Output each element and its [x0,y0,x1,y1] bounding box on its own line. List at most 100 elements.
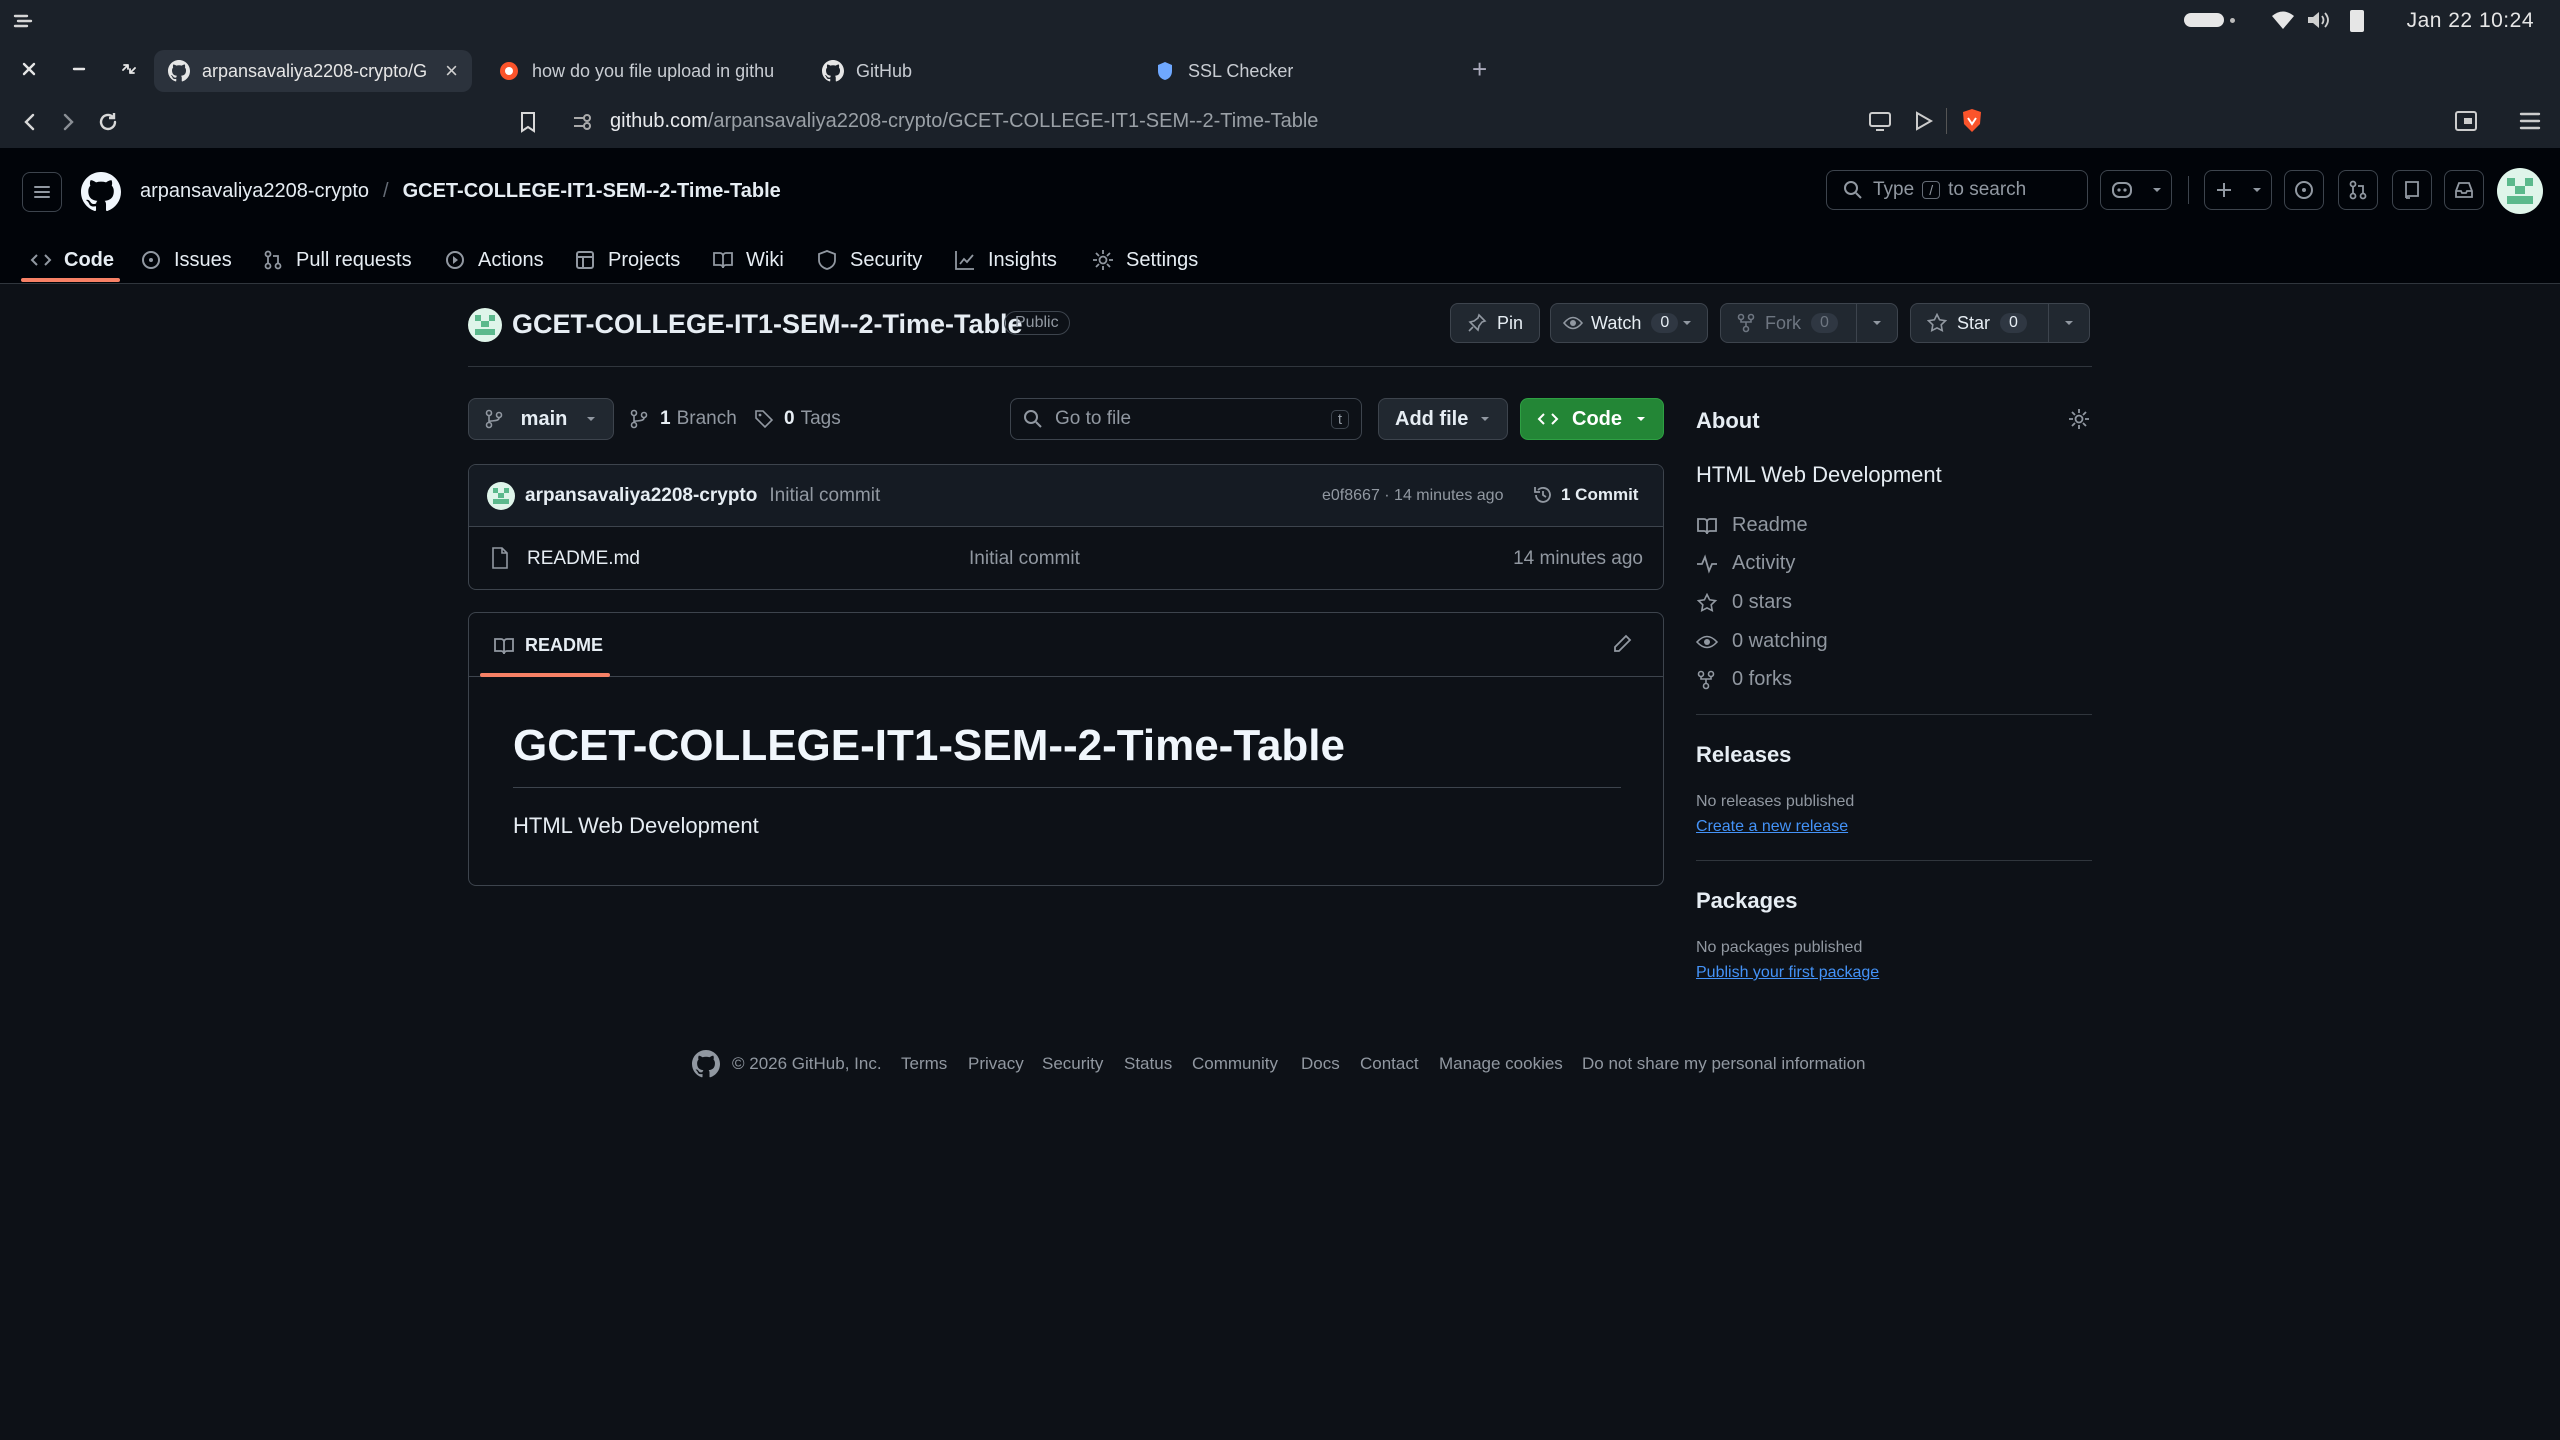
chevron-down-icon [1637,417,1645,421]
tab-github-repo[interactable]: arpansavaliya2208-crypto/G × [154,50,472,92]
footer-link-terms[interactable]: Terms [901,1054,947,1074]
create-release-link[interactable]: Create a new release [1696,818,1848,836]
tab-insights[interactable]: Insights [954,238,1057,282]
sidebar-item-readme[interactable]: Readme [1696,514,1808,537]
hamburger-menu-icon[interactable] [22,172,62,212]
os-menu-icon[interactable] [12,10,34,32]
releases-title[interactable]: Releases [1696,742,1791,768]
window-minimize-icon[interactable] [64,54,94,84]
forward-arrow-icon[interactable] [52,106,84,138]
repo-link[interactable]: GCET-COLLEGE-IT1-SEM--2-Time-Table [403,180,781,203]
edit-pencil-icon[interactable] [1611,633,1633,655]
publish-package-link[interactable]: Publish your first package [1696,964,1879,982]
file-name[interactable]: README.md [527,548,640,570]
wifi-icon[interactable] [2271,10,2295,30]
add-file-button[interactable]: Add file [1378,398,1508,440]
tab-actions[interactable]: Actions [444,238,544,282]
repo-title[interactable]: GCET-COLLEGE-IT1-SEM--2-Time-Table [512,309,1023,340]
branches-label: Branch [676,408,737,429]
owner-link[interactable]: arpansavaliya2208-crypto [140,180,369,203]
sidebar-item-label: Activity [1732,552,1796,574]
window-close-icon[interactable] [14,54,44,84]
bookmark-icon[interactable] [512,106,544,138]
inbox-header-button[interactable] [2444,170,2484,210]
sidebar-item-forks[interactable]: 0 forks [1696,668,1792,691]
back-arrow-icon[interactable] [14,106,46,138]
commits-link[interactable]: 1 Commit [1533,485,1638,505]
tags-link[interactable]: 0 Tags [754,408,841,430]
star-dropdown[interactable] [2049,317,2089,329]
github-logo-icon[interactable] [81,172,121,212]
watch-button[interactable]: Watch 0 [1550,303,1708,343]
play-icon [446,251,464,269]
tab-label: Security [850,248,923,271]
url-text[interactable]: github.com/arpansavaliya2208-crypto/GCET… [610,110,1318,133]
sidebar-item-watching[interactable]: 0 watching [1696,630,1828,653]
repo-owner-avatar[interactable] [468,308,502,342]
tab-issues[interactable]: Issues [140,238,232,282]
copilot-button[interactable] [2100,170,2172,210]
code-button[interactable]: Code [1520,398,1664,440]
tab-ssl-checker[interactable]: SSL Checker [1140,50,1460,92]
table-row: README.md Initial commit 14 minutes ago [469,527,1663,589]
inbox-icon [2455,182,2473,198]
tab-github[interactable]: GitHub [808,50,1118,92]
readme-tab[interactable]: README [493,635,603,656]
branches-link[interactable]: 1 Branch [630,408,737,430]
footer-link-manage-cookies[interactable]: Manage cookies [1439,1054,1563,1074]
window-restore-icon[interactable] [114,54,144,84]
tab-security[interactable]: Security [816,238,922,282]
repositories-header-button[interactable] [2392,170,2432,210]
sidebar-item-stars[interactable]: 0 stars [1696,591,1792,614]
footer-link-security[interactable]: Security [1042,1054,1103,1074]
volume-icon[interactable] [2306,10,2330,30]
create-new-button[interactable] [2204,170,2272,210]
search-icon [1024,410,1042,428]
title-divider [468,366,2092,367]
tab-search[interactable]: how do you file upload in githu [484,50,794,92]
avatar[interactable] [2497,168,2543,214]
cast-icon[interactable] [1868,110,1892,132]
footer-link-docs[interactable]: Docs [1301,1054,1340,1074]
chevron-down-icon[interactable] [1681,317,1693,329]
pull-requests-header-button[interactable] [2338,170,2378,210]
commit-author-avatar[interactable] [487,482,515,510]
tab-projects[interactable]: Projects [574,238,680,282]
tab-wiki[interactable]: Wiki [712,238,784,282]
sidebar-toggle-icon[interactable] [2454,110,2478,132]
go-to-file-input[interactable]: Go to file t [1010,398,1362,440]
tab-close-icon[interactable]: × [445,58,458,84]
site-settings-icon[interactable] [572,112,592,132]
tab-pull-requests[interactable]: Pull requests [262,238,412,282]
commit-hash-time[interactable]: e0f8667 · 14 minutes ago [1322,487,1503,505]
footer-link-privacy[interactable]: Privacy [968,1054,1024,1074]
packages-title[interactable]: Packages [1696,888,1798,914]
branch-selector[interactable]: main [468,398,614,440]
sidebar-item-activity[interactable]: Activity [1696,552,1795,575]
leo-send-icon[interactable] [1914,110,1934,132]
shield-icon [818,250,836,270]
url-path: /arpansavaliya2208-crypto/GCET-COLLEGE-I… [707,110,1319,132]
global-search-input[interactable]: Type / to search [1826,170,2088,210]
footer-link-do-not-share[interactable]: Do not share my personal information [1582,1054,1865,1074]
tab-settings[interactable]: Settings [1092,238,1198,282]
footer-link-contact[interactable]: Contact [1360,1054,1419,1074]
file-commit-message[interactable]: Initial commit [969,548,1080,570]
pin-button[interactable]: Pin [1450,303,1540,343]
commit-author[interactable]: arpansavaliya2208-crypto [525,485,757,507]
footer-link-status[interactable]: Status [1124,1054,1172,1074]
new-tab-plus-icon[interactable]: + [1472,54,1487,85]
fork-dropdown[interactable] [1857,317,1897,329]
github-footer-logo-icon[interactable] [692,1050,720,1078]
gear-icon[interactable] [2068,408,2090,430]
footer-link-community[interactable]: Community [1192,1054,1278,1074]
reload-icon[interactable] [92,106,124,138]
sidebar-item-label: 0 forks [1732,668,1793,690]
browser-menu-icon[interactable] [2518,110,2542,132]
fork-button[interactable]: Fork 0 [1720,303,1898,343]
star-button[interactable]: Star 0 [1910,303,2090,343]
brave-shield-icon[interactable] [1960,108,1984,134]
commit-message[interactable]: Initial commit [769,485,880,507]
tab-code[interactable]: Code [30,238,114,282]
issues-header-button[interactable] [2284,170,2324,210]
